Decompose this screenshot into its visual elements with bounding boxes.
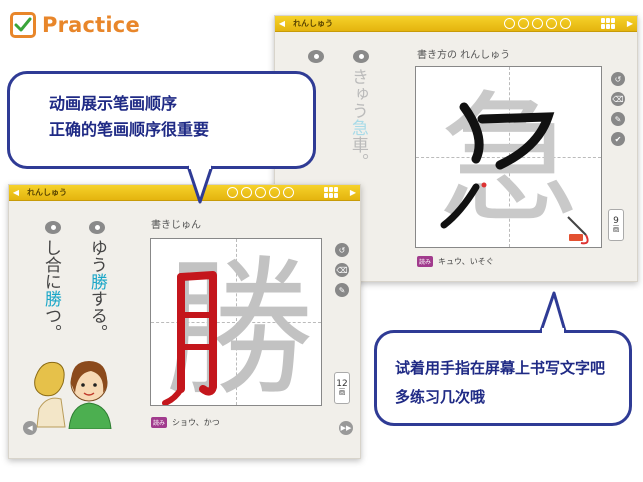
reading-tag: 読み [417, 256, 434, 267]
readings-text: ショウ、かつ [172, 418, 220, 427]
tool-column: ↺ ⌫ ✎ ✔ [611, 72, 625, 146]
prev-arrow-icon[interactable]: ◀ [9, 185, 23, 201]
speaker-icon[interactable] [89, 221, 105, 234]
prev-arrow-icon[interactable]: ◀ [275, 16, 289, 32]
page-title: Practice [42, 13, 140, 37]
bubble-line: 多练习几次哦 [395, 388, 486, 406]
progress-dot [255, 187, 266, 198]
speech-bubble-stroke-order: 动画展示笔画顺序 正确的笔画顺序很重要 [7, 71, 316, 169]
example-sentence: きゅう急車。 [347, 68, 368, 170]
speaker-icon[interactable] [308, 50, 324, 63]
children-illustration [34, 361, 112, 429]
progress-dot [227, 187, 238, 198]
reading-row: 読み ショウ、かつ [151, 417, 220, 428]
bubble-line: 正确的笔画顺序很重要 [49, 120, 210, 139]
prev-page-icon[interactable]: ◀ [23, 421, 37, 435]
progress-dot [532, 18, 543, 29]
next-arrow-icon[interactable]: ▶ [346, 185, 360, 201]
speaker-icon[interactable] [45, 221, 61, 234]
card-bar-title: れんしゅう [27, 188, 67, 197]
progress-dots [504, 18, 571, 29]
example-sentence: ゆう勝する。 [86, 239, 107, 341]
eraser-icon[interactable]: ⌫ [335, 263, 349, 277]
progress-dot [560, 18, 571, 29]
writing-canvas[interactable]: 勝 [150, 238, 322, 406]
writing-canvas[interactable]: 急 [415, 66, 602, 248]
pencil-icon[interactable]: ✎ [335, 283, 349, 297]
card-title-bar: ◀ れんしゅう ▶ [9, 185, 360, 201]
card-title-bar: ◀ れんしゅう ▶ [275, 16, 637, 32]
practice-card-front: ◀ れんしゅう ▶ ゆう勝する。 し合に勝つ。 書きじゅん 勝 読み ショウ、か… [8, 184, 361, 459]
speech-bubble-write: 试着用手指在屏幕上书写文字吧 多练习几次哦 [374, 330, 632, 426]
tool-column: ↺ ⌫ ✎ [335, 243, 349, 297]
bubble-tail [539, 291, 567, 333]
pencil-icon[interactable]: ✎ [611, 112, 625, 126]
stroke-count-badge: 9 画 [608, 209, 624, 241]
progress-dot [504, 18, 515, 29]
stroke-order-icon[interactable]: ↺ [335, 243, 349, 257]
stamp-icon [569, 234, 583, 241]
progress-dots [227, 187, 294, 198]
mode-label: 書きじゅん [151, 220, 201, 231]
eraser-icon[interactable]: ⌫ [611, 92, 625, 106]
practice-header: Practice [10, 12, 140, 38]
progress-dot [518, 18, 529, 29]
stroke-order-icon[interactable]: ↺ [611, 72, 625, 86]
stroke-count-badge: 12 画 [334, 372, 350, 404]
next-arrow-icon[interactable]: ▶ [623, 16, 637, 32]
next-page-icon[interactable]: ▶▶ [339, 421, 353, 435]
bubble-tail [186, 164, 214, 204]
progress-dot [269, 187, 280, 198]
bubble-line: 动画展示笔画顺序 [49, 94, 178, 113]
card-bar-title: れんしゅう [293, 19, 333, 28]
mode-label: 書き方の れんしゅう [417, 50, 511, 61]
grid-menu-icon[interactable] [601, 18, 615, 29]
stamp-icon[interactable]: ✔ [611, 132, 625, 146]
reading-tag: 読み [151, 417, 168, 428]
model-character: 勝 [164, 243, 314, 406]
reading-row: 読み キュウ、いそぐ [417, 256, 494, 267]
bubble-line: 试着用手指在屏幕上书写文字吧 [395, 359, 606, 377]
grid-menu-icon[interactable] [324, 187, 338, 198]
progress-dot [241, 187, 252, 198]
progress-dot [546, 18, 557, 29]
speaker-icon[interactable] [353, 50, 369, 63]
example-sentence: し合に勝つ。 [40, 239, 61, 341]
readings-text: キュウ、いそぐ [438, 257, 494, 266]
checkmark-icon [10, 12, 36, 38]
progress-dot [283, 187, 294, 198]
